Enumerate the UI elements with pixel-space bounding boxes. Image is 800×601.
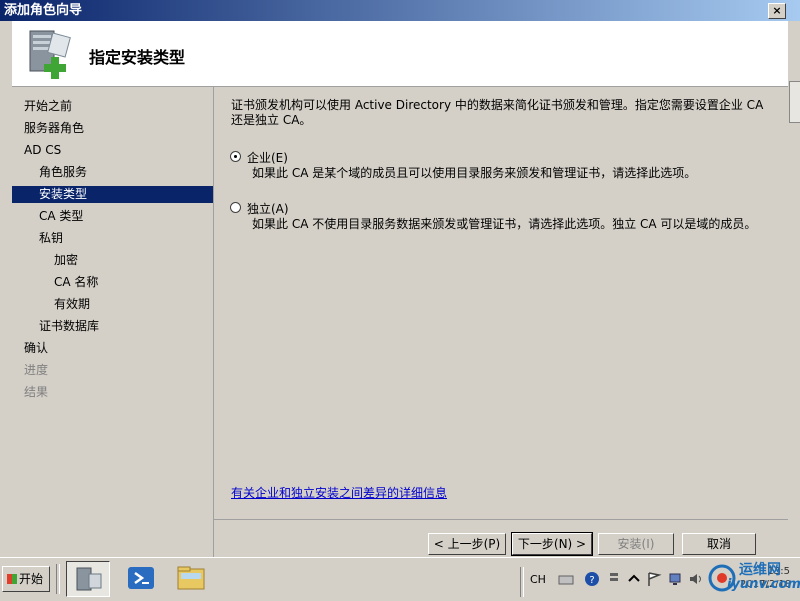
start-button[interactable]: 开始 [2, 566, 50, 592]
taskbar-separator [56, 564, 60, 594]
nav-item[interactable]: 确认 [12, 340, 213, 357]
watermark: 运维网 iyunv.com [705, 557, 800, 600]
description-line2: 还是独立 CA。 [231, 113, 312, 127]
windows-logo-icon [7, 574, 17, 584]
scrollbar-thumb[interactable] [789, 81, 800, 123]
nav-item[interactable]: 证书数据库 [12, 318, 213, 335]
nav-item[interactable]: 结果 [12, 384, 213, 401]
description-line1: 证书颁发机构可以使用 Active Directory 中的数据来简化证书颁发和… [231, 98, 764, 112]
language-indicator[interactable]: CH [530, 573, 546, 586]
close-button[interactable]: × [768, 3, 786, 19]
install-button[interactable]: 安装(I) [598, 533, 674, 555]
server-add-icon [29, 30, 71, 79]
content-panel: 证书颁发机构可以使用 Active Directory 中的数据来简化证书颁发和… [214, 87, 788, 519]
left-frame [0, 21, 12, 557]
powershell-icon [128, 567, 154, 589]
nav-item[interactable]: CA 名称 [12, 274, 213, 291]
button-separator [214, 519, 788, 520]
taskbar-powershell[interactable] [120, 561, 164, 597]
volume-icon[interactable] [688, 571, 704, 587]
server-manager-icon [76, 567, 102, 591]
wizard-header: 指定安装类型 [12, 21, 788, 87]
svg-text:?: ? [589, 575, 594, 586]
watermark-line2: iyunv.com [727, 577, 800, 592]
taskbar-explorer[interactable] [170, 561, 214, 597]
add-roles-wizard-window: 添加角色向导 × 指定安装类型 开始之前服务器角色 AD CS 角色服务安装类型 CA… [0, 0, 800, 557]
flag-icon[interactable] [646, 571, 662, 587]
options-icon[interactable] [606, 571, 622, 587]
page-title: 指定安装类型 [89, 48, 186, 67]
chevron-up-icon[interactable] [626, 571, 642, 587]
standalone-radio[interactable] [230, 202, 241, 213]
enterprise-radio[interactable] [230, 151, 241, 162]
nav-item[interactable]: 角色服务 [12, 164, 213, 181]
nav-item[interactable]: 加密 [12, 252, 213, 269]
keyboard-icon[interactable] [558, 571, 574, 587]
window-title: 添加角色向导 [4, 3, 83, 18]
right-frame [788, 21, 800, 557]
title-bar[interactable]: 添加角色向导 × [0, 0, 800, 21]
nav-item[interactable]: 有效期 [12, 296, 213, 313]
taskbar: 开始 CH ? 13:5 2017/2/18 [0, 557, 800, 601]
nav-item[interactable]: 开始之前 [12, 98, 213, 115]
wizard-steps-nav: 开始之前服务器角色 AD CS 角色服务安装类型 CA 类型私钥加密 CA 名称有效期证… [12, 87, 214, 557]
taskbar-server-manager[interactable] [66, 561, 110, 597]
help-link[interactable]: 有关企业和独立安装之间差异的详细信息 [231, 484, 447, 501]
tray-separator [520, 567, 524, 597]
watermark-line1: 运维网 [739, 562, 781, 578]
nav-item[interactable]: 进度 [12, 362, 213, 379]
nav-item[interactable]: 服务器角色 [12, 120, 213, 137]
nav-item[interactable]: CA 类型 [12, 208, 213, 225]
description: 证书颁发机构可以使用 Active Directory 中的数据来简化证书颁发和… [231, 98, 776, 128]
network-icon[interactable] [668, 571, 684, 587]
next-button[interactable]: 下一步(N) > [511, 532, 593, 556]
help-icon[interactable]: ? [584, 571, 600, 587]
nav-item[interactable]: AD CS [12, 142, 213, 159]
start-label: 开始 [19, 572, 44, 586]
nav-item[interactable]: 安装类型 [12, 186, 213, 203]
standalone-description: 如果此 CA 不使用目录服务数据来颁发或管理证书，请选择此选项。独立 CA 可以… [252, 217, 757, 231]
nav-item[interactable]: 私钥 [12, 230, 213, 247]
enterprise-description: 如果此 CA 是某个域的成员且可以使用目录服务来颁发和管理证书，请选择此选项。 [252, 166, 697, 180]
cancel-button[interactable]: 取消 [682, 533, 756, 555]
back-button[interactable]: < 上一步(P) [428, 533, 506, 555]
folder-icon [177, 566, 205, 590]
